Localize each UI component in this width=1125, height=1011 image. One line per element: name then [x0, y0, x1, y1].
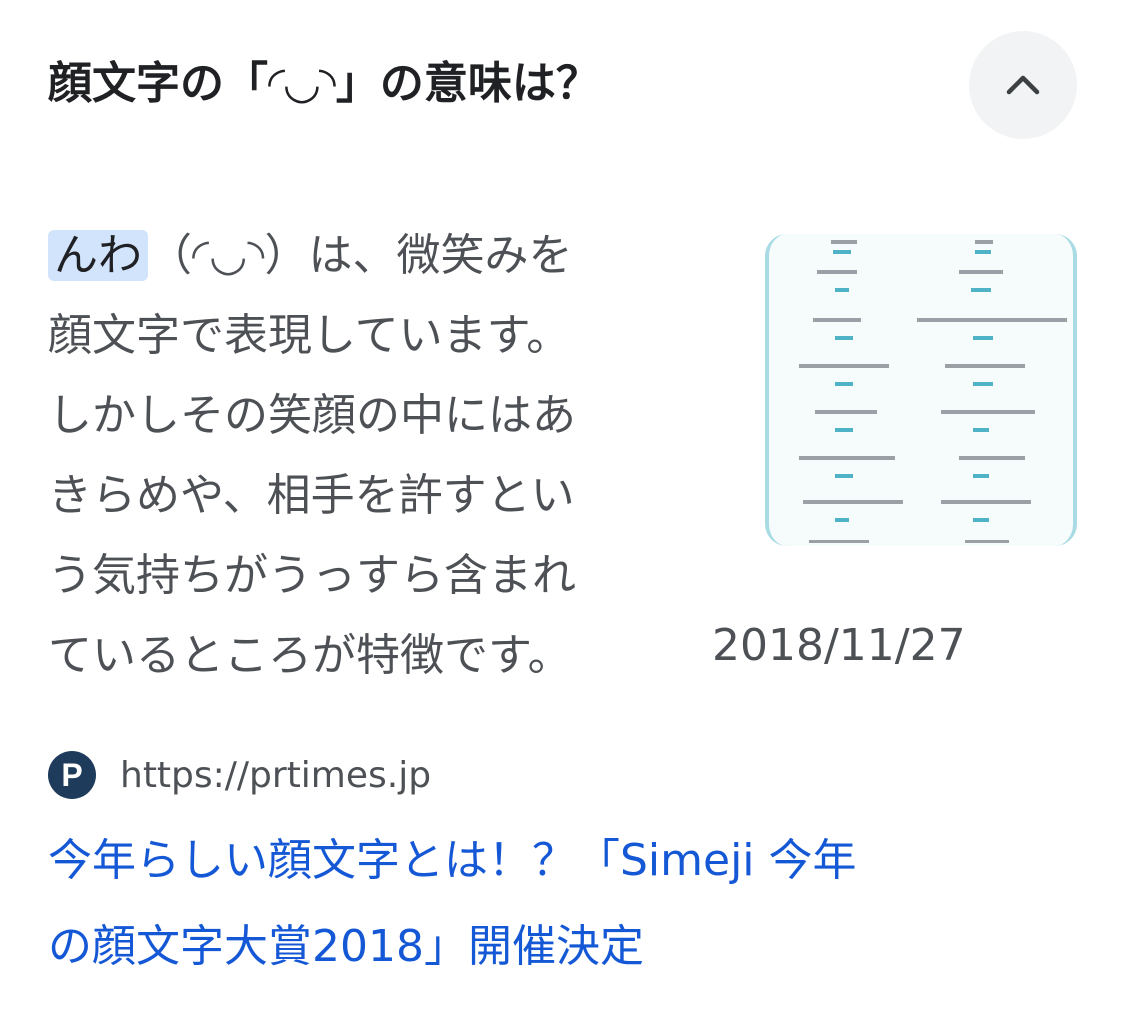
collapse-button[interactable]	[969, 31, 1077, 139]
answer-date: 2018/11/27	[712, 620, 966, 671]
answer-text: （◜◡◝）は、微笑みを 顔文字で表現しています。 しかしその笑顔の中にはあ きら…	[48, 230, 576, 681]
prtimes-favicon-icon: P	[48, 751, 96, 799]
highlighted-term: んわ	[48, 230, 148, 281]
source-url: https://prtimes.jp	[120, 754, 432, 796]
chevron-up-icon	[1006, 75, 1040, 95]
result-title-link[interactable]: 今年らしい顔文字とは！？「Simeji 今年 の顔文字大賞2018」開催決定	[48, 818, 1058, 990]
result-thumbnail[interactable]	[765, 234, 1077, 546]
source-site[interactable]: P https://prtimes.jp	[48, 750, 431, 800]
thumbnail-image	[799, 240, 1067, 543]
answer-snippet: んわ （◜◡◝）は、微笑みを 顔文字で表現しています。 しかしその笑顔の中にはあ …	[48, 216, 708, 696]
question-heading[interactable]: 顔文字の「◜◡◝」の意味は？	[48, 52, 600, 116]
